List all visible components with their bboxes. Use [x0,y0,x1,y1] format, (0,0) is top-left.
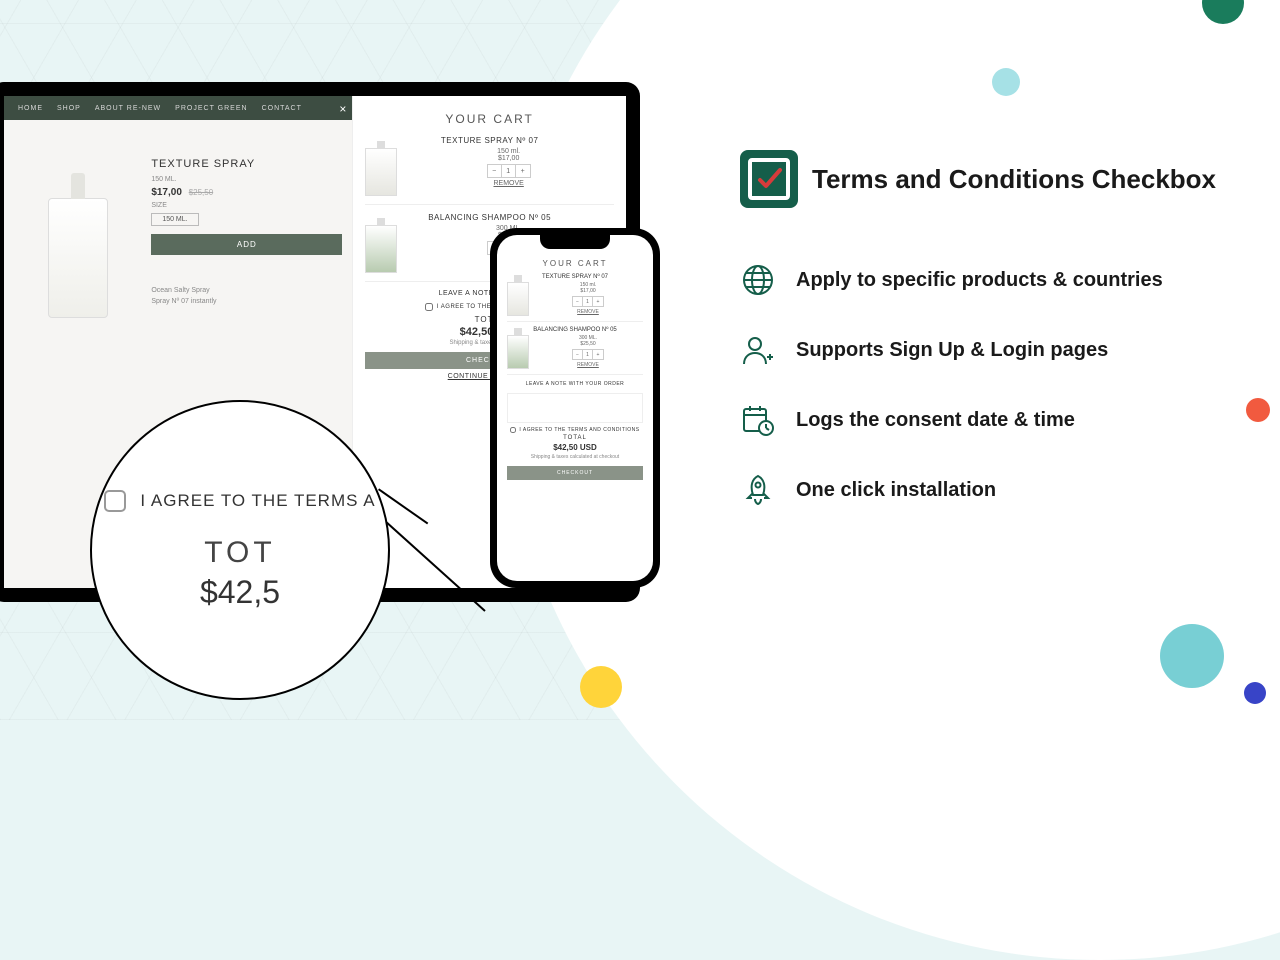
quantity-stepper[interactable]: −1+ [572,349,604,360]
cart-title: YOUR CART [365,112,614,126]
nav-link[interactable]: PROJECT GREEN [175,105,247,112]
app-title-row: Terms and Conditions Checkbox [740,150,1240,208]
decorative-dot [1244,682,1266,704]
product-details: TEXTURE SPRAY 150 ML. $17,00 $25,50 SIZE… [151,138,342,318]
terms-checkbox[interactable] [510,427,516,433]
cart-title: YOUR CART [507,259,643,268]
phone-screen: YOUR CART TEXTURE SPRAY Nº 07 150 ml. $1… [497,235,653,581]
nav-link[interactable]: SHOP [57,105,81,112]
product-subtitle: Ocean Salty Spray [151,287,342,294]
feature-label: Logs the consent date & time [796,409,1075,432]
size-label: SIZE [151,202,342,209]
product-description: Spray Nº 07 instantly [151,298,342,305]
decorative-dot [992,68,1020,96]
feature-row: Supports Sign Up & Login pages [740,332,1240,368]
remove-link[interactable]: REMOVE [403,180,614,187]
cart-item-price: $25,50 [533,341,643,347]
product-image-column [14,138,141,318]
feature-label: One click installation [796,479,996,502]
cart-item-size: 150 ml. [403,148,614,155]
nav-link[interactable]: ABOUT RE-NEW [95,105,161,112]
site-nav: HOME SHOP ABOUT RE-NEW PROJECT GREEN CON… [4,96,352,120]
decorative-dot [1160,624,1224,688]
nav-link[interactable]: CONTACT [262,105,302,112]
marketing-panel: Terms and Conditions Checkbox Apply to s… [740,150,1240,542]
feature-label: Supports Sign Up & Login pages [796,339,1108,362]
quantity-stepper[interactable]: −1+ [487,164,531,178]
feature-row: One click installation [740,472,1240,508]
total-value-zoomed: $42,5 [200,574,280,611]
feature-row: Logs the consent date & time [740,402,1240,438]
cart-item-price: $17,00 [533,288,643,294]
terms-checkbox[interactable] [425,303,433,311]
product-image [48,198,108,318]
phone-notch [540,235,610,249]
cart-item-name: TEXTURE SPRAY Nº 07 [365,136,614,145]
app-logo-icon [740,150,798,208]
remove-link[interactable]: REMOVE [533,362,643,368]
checkout-button[interactable]: CHECKOUT [507,466,643,480]
product-price: $17,00 $25,50 [151,187,342,198]
quantity-stepper[interactable]: −1+ [572,296,604,307]
terms-checkbox-zoomed[interactable] [104,490,126,512]
add-to-cart-button[interactable]: ADD [151,234,342,255]
nav-link[interactable]: HOME [18,105,43,112]
total-value: $42,50 USD [507,443,643,452]
calendar-clock-icon [740,402,776,438]
cart-item-image [507,335,529,369]
remove-link[interactable]: REMOVE [533,309,643,315]
cart-item-name: BALANCING SHAMPOO Nº 05 [507,327,643,333]
cart-item-name: TEXTURE SPRAY Nº 07 [507,274,643,280]
total-label-zoomed: TOT [204,536,275,570]
cart-item-image [365,225,397,273]
rocket-icon [740,472,776,508]
close-icon[interactable]: × [339,102,346,116]
terms-label-zoomed: I AGREE TO THE TERMS A [140,491,375,511]
decorative-dot [1246,398,1270,422]
product-name: TEXTURE SPRAY [151,158,342,170]
cart-item: TEXTURE SPRAY Nº 07 150 ml. $17,00 −1+ R… [507,274,643,322]
product-size: 150 ML. [151,176,342,183]
decorative-dot [580,666,622,708]
total-label: TOTAL [507,435,643,441]
cart-item: TEXTURE SPRAY Nº 07 150 ml. $17,00 −1+ R… [365,136,614,205]
cart-item: BALANCING SHAMPOO Nº 05 300 ML. $25,50 −… [507,327,643,375]
size-option[interactable]: 150 ML. [151,213,198,226]
globe-icon [740,262,776,298]
cart-item-image [365,148,397,196]
terms-label: I AGREE TO THE TERMS AND CONDITIONS [519,427,639,433]
note-textarea[interactable] [507,393,643,423]
order-note-label: LEAVE A NOTE WITH YOUR ORDER [507,381,643,387]
cart-item-image [507,282,529,316]
feature-row: Apply to specific products & countries [740,262,1240,298]
app-title: Terms and Conditions Checkbox [812,164,1216,195]
phone-mockup: YOUR CART TEXTURE SPRAY Nº 07 150 ml. $1… [490,228,660,588]
cart-item-price: $17,00 [403,155,614,162]
terms-agree-row[interactable]: I AGREE TO THE TERMS AND CONDITIONS [507,427,643,433]
feature-label: Apply to specific products & countries [796,269,1163,292]
magnifier-zoom: I AGREE TO THE TERMS A TOT $42,5 [90,400,390,700]
shipping-note: Shipping & taxes calculated at checkout [507,454,643,460]
cart-item-name: BALANCING SHAMPOO Nº 05 [365,213,614,222]
user-plus-icon [740,332,776,368]
